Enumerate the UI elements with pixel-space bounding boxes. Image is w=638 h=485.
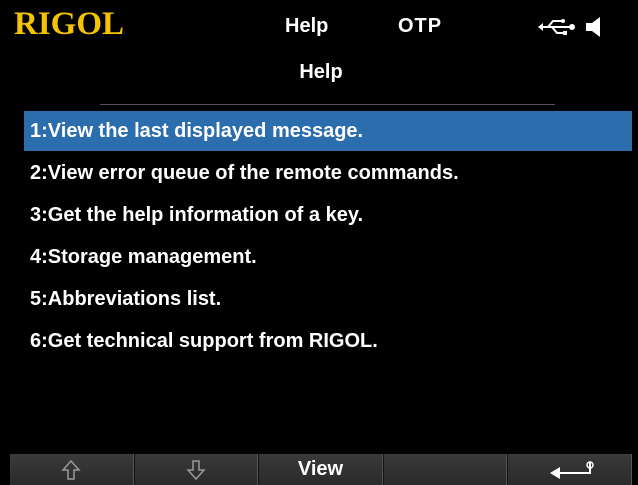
softkey-bar: View (10, 454, 632, 485)
screen: RIGOL Help OTP Help 1:View the last disp… (0, 0, 638, 485)
speaker-icon (584, 15, 604, 39)
usb-icon (538, 18, 578, 36)
help-panel: Help 1:View the last displayed message. … (10, 45, 632, 453)
softkey-up[interactable] (10, 454, 134, 485)
softkey-blank[interactable] (382, 454, 508, 485)
help-item-key-help[interactable]: 3:Get the help information of a key. (24, 195, 632, 235)
softkey-view[interactable]: View (258, 454, 383, 485)
otp-indicator: OTP (398, 15, 443, 37)
panel-title: Help (299, 61, 343, 83)
title-divider (100, 104, 555, 105)
help-item-error-queue[interactable]: 2:View error queue of the remote command… (24, 153, 632, 193)
return-icon (546, 460, 594, 480)
softkey-return[interactable] (507, 454, 632, 485)
help-item-storage[interactable]: 4:Storage management. (24, 237, 632, 277)
help-item-last-message[interactable]: 1:View the last displayed message. (24, 111, 632, 151)
help-item-abbreviations[interactable]: 5:Abbreviations list. (24, 279, 632, 319)
help-menu-list: 1:View the last displayed message. 2:Vie… (24, 111, 632, 363)
brand-logo: RIGOL (14, 6, 125, 42)
arrow-down-icon (186, 459, 206, 481)
softkey-view-label: View (297, 458, 344, 480)
status-bar: RIGOL Help OTP (8, 6, 632, 42)
mode-indicator: Help (285, 15, 329, 37)
softkey-down[interactable] (133, 454, 259, 485)
arrow-up-icon (61, 459, 81, 481)
help-item-support[interactable]: 6:Get technical support from RIGOL. (24, 321, 632, 361)
